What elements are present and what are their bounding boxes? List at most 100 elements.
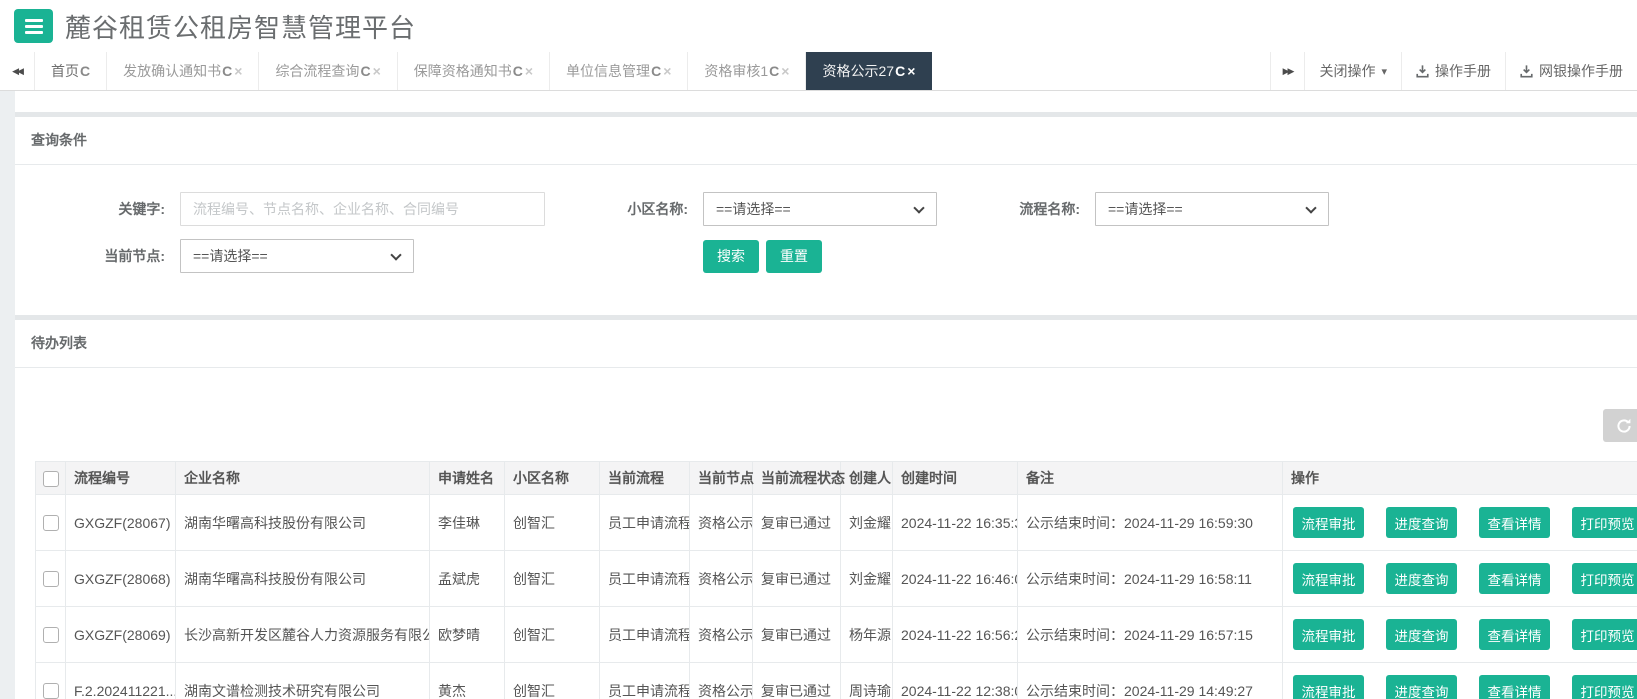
view-detail-button[interactable]: 查看详情 — [1479, 619, 1550, 650]
refresh-icon — [1616, 418, 1632, 434]
cell-creator: 周诗瑜 — [841, 663, 893, 699]
query-panel-title: 查询条件 — [15, 117, 1637, 165]
tab-label: 保障资格通知书 — [414, 61, 512, 81]
cell-created: 2024-11-22 12:38:00 — [893, 663, 1018, 699]
tab-refresh-icon[interactable]: C — [769, 63, 779, 79]
cell-created: 2024-11-22 16:35:33 — [893, 495, 1018, 551]
cell-node: 资格公示 — [690, 607, 753, 663]
tab-4[interactable]: 保障资格通知书C× — [398, 52, 550, 90]
download-icon — [1416, 64, 1429, 78]
process-name-select[interactable]: ==请选择== — [1095, 192, 1329, 226]
bank-manual-download-button[interactable]: 网银操作手册 — [1505, 52, 1637, 90]
row-checkbox[interactable] — [43, 627, 59, 643]
row-checkbox[interactable] — [43, 571, 59, 587]
tab-close-icon[interactable]: × — [907, 63, 915, 79]
view-detail-button[interactable]: 查看详情 — [1479, 563, 1550, 594]
view-detail-button[interactable]: 查看详情 — [1479, 507, 1550, 538]
cell-company: 湖南华曙高科技股份有限公司 — [176, 495, 430, 551]
tab-close-icon[interactable]: × — [373, 63, 381, 79]
cell-community: 创智汇 — [505, 607, 600, 663]
cell-process: 员工申请流程 — [600, 551, 690, 607]
cell-operations: 流程审批进度查询查看详情打印预览 — [1283, 663, 1637, 699]
tab-refresh-icon[interactable]: C — [80, 63, 90, 79]
progress-query-button[interactable]: 进度查询 — [1386, 675, 1457, 699]
tab-refresh-icon[interactable]: C — [513, 63, 523, 79]
cell-node: 资格公示 — [690, 495, 753, 551]
cell-created: 2024-11-22 16:46:07 — [893, 551, 1018, 607]
approve-button[interactable]: 流程审批 — [1293, 563, 1364, 594]
tab-close-icon[interactable]: × — [663, 63, 671, 79]
chevron-down-icon — [390, 249, 401, 260]
cell-operations: 流程审批进度查询查看详情打印预览 — [1283, 607, 1637, 663]
tab-5[interactable]: 单位信息管理C× — [550, 52, 688, 90]
community-select[interactable]: ==请选择== — [703, 192, 937, 226]
todo-panel: 待办列表 流程编号企业名称申请姓名小区名称当前流程当前节点当前流程状态创建人创建… — [15, 315, 1637, 699]
cell-applicant: 欧梦晴 — [430, 607, 505, 663]
print-preview-button[interactable]: 打印预览 — [1572, 507, 1637, 538]
cell-community: 创智汇 — [505, 663, 600, 699]
print-preview-button[interactable]: 打印预览 — [1572, 619, 1637, 650]
cell-process: 员工申请流程 — [600, 495, 690, 551]
cell-status: 复审已通过 — [753, 663, 841, 699]
progress-query-button[interactable]: 进度查询 — [1386, 563, 1457, 594]
community-select-value: ==请选择== — [716, 199, 791, 219]
tabs-scroll-right-button[interactable]: ▶▶ — [1270, 52, 1305, 90]
refresh-table-button[interactable] — [1603, 409, 1637, 442]
column-header: 创建时间 — [893, 462, 1018, 495]
tab-1[interactable]: 首页C — [35, 52, 107, 90]
reset-button[interactable]: 重置 — [766, 240, 822, 273]
search-button[interactable]: 搜索 — [703, 240, 759, 273]
tabs-scroll-left-button[interactable]: ◀◀ — [0, 52, 35, 90]
row-checkbox[interactable] — [43, 683, 59, 699]
view-detail-button[interactable]: 查看详情 — [1479, 675, 1550, 699]
approve-button[interactable]: 流程审批 — [1293, 507, 1364, 538]
progress-query-button[interactable]: 进度查询 — [1386, 619, 1457, 650]
tab-refresh-icon[interactable]: C — [895, 63, 905, 79]
tab-6[interactable]: 资格审核1C× — [688, 52, 806, 90]
tab-2[interactable]: 发放确认通知书C× — [107, 52, 259, 90]
cell-code: GXGZF(28068) — [66, 551, 176, 607]
cell-process: 员工申请流程 — [600, 607, 690, 663]
tabbar-right-controls: ▶▶ 关闭操作 ▾ 操作手册 网银操作手册 — [1270, 52, 1637, 90]
cell-operations: 流程审批进度查询查看详情打印预览 — [1283, 551, 1637, 607]
progress-query-button[interactable]: 进度查询 — [1386, 507, 1457, 538]
tab-close-icon[interactable]: × — [234, 63, 242, 79]
cell-company: 湖南华曙高科技股份有限公司 — [176, 551, 430, 607]
bank-manual-label: 网银操作手册 — [1539, 61, 1623, 81]
row-checkbox[interactable] — [43, 515, 59, 531]
column-header: 小区名称 — [505, 462, 600, 495]
close-operations-dropdown[interactable]: 关闭操作 ▾ — [1304, 52, 1401, 90]
process-select-value: ==请选择== — [1108, 199, 1183, 219]
tab-close-icon[interactable]: × — [781, 63, 789, 79]
app-title: 麓谷租赁公租房智慧管理平台 — [65, 8, 416, 45]
current-node-label: 当前节点: — [15, 246, 180, 266]
tab-3[interactable]: 综合流程查询C× — [259, 52, 397, 90]
community-label: 小区名称: — [545, 199, 703, 219]
tab-refresh-icon[interactable]: C — [360, 63, 370, 79]
manual-download-button[interactable]: 操作手册 — [1401, 52, 1505, 90]
double-right-arrow-icon: ▶▶ — [1283, 66, 1293, 77]
keyword-label: 关键字: — [15, 199, 180, 219]
tab-7[interactable]: 资格公示27C× — [806, 52, 932, 90]
tab-refresh-icon[interactable]: C — [222, 63, 232, 79]
column-header: 当前节点 — [690, 462, 753, 495]
cell-company: 长沙高新开发区麓谷人力资源服务有限公司 — [176, 607, 430, 663]
tab-refresh-icon[interactable]: C — [651, 63, 661, 79]
chevron-down-icon: ▾ — [1381, 65, 1387, 78]
cell-remark: 公示结束时间：2024-11-29 16:58:11 — [1018, 551, 1283, 607]
keyword-input[interactable] — [180, 192, 545, 226]
current-node-select[interactable]: ==请选择== — [180, 239, 414, 273]
select-all-checkbox[interactable] — [43, 471, 59, 487]
print-preview-button[interactable]: 打印预览 — [1572, 563, 1637, 594]
tab-label: 资格公示27 — [822, 61, 894, 81]
tab-close-icon[interactable]: × — [525, 63, 533, 79]
chevron-down-icon — [913, 202, 924, 213]
main-content: 查询条件 关键字: 小区名称: ==请选择== 流程名称: ==请选择== 当前… — [15, 91, 1637, 699]
approve-button[interactable]: 流程审批 — [1293, 675, 1364, 699]
column-header: 操作 — [1283, 462, 1637, 495]
hamburger-menu-button[interactable] — [14, 9, 53, 43]
print-preview-button[interactable]: 打印预览 — [1572, 675, 1637, 699]
approve-button[interactable]: 流程审批 — [1293, 619, 1364, 650]
cell-applicant: 黄杰 — [430, 663, 505, 699]
cell-remark: 公示结束时间：2024-11-29 16:59:30 — [1018, 495, 1283, 551]
